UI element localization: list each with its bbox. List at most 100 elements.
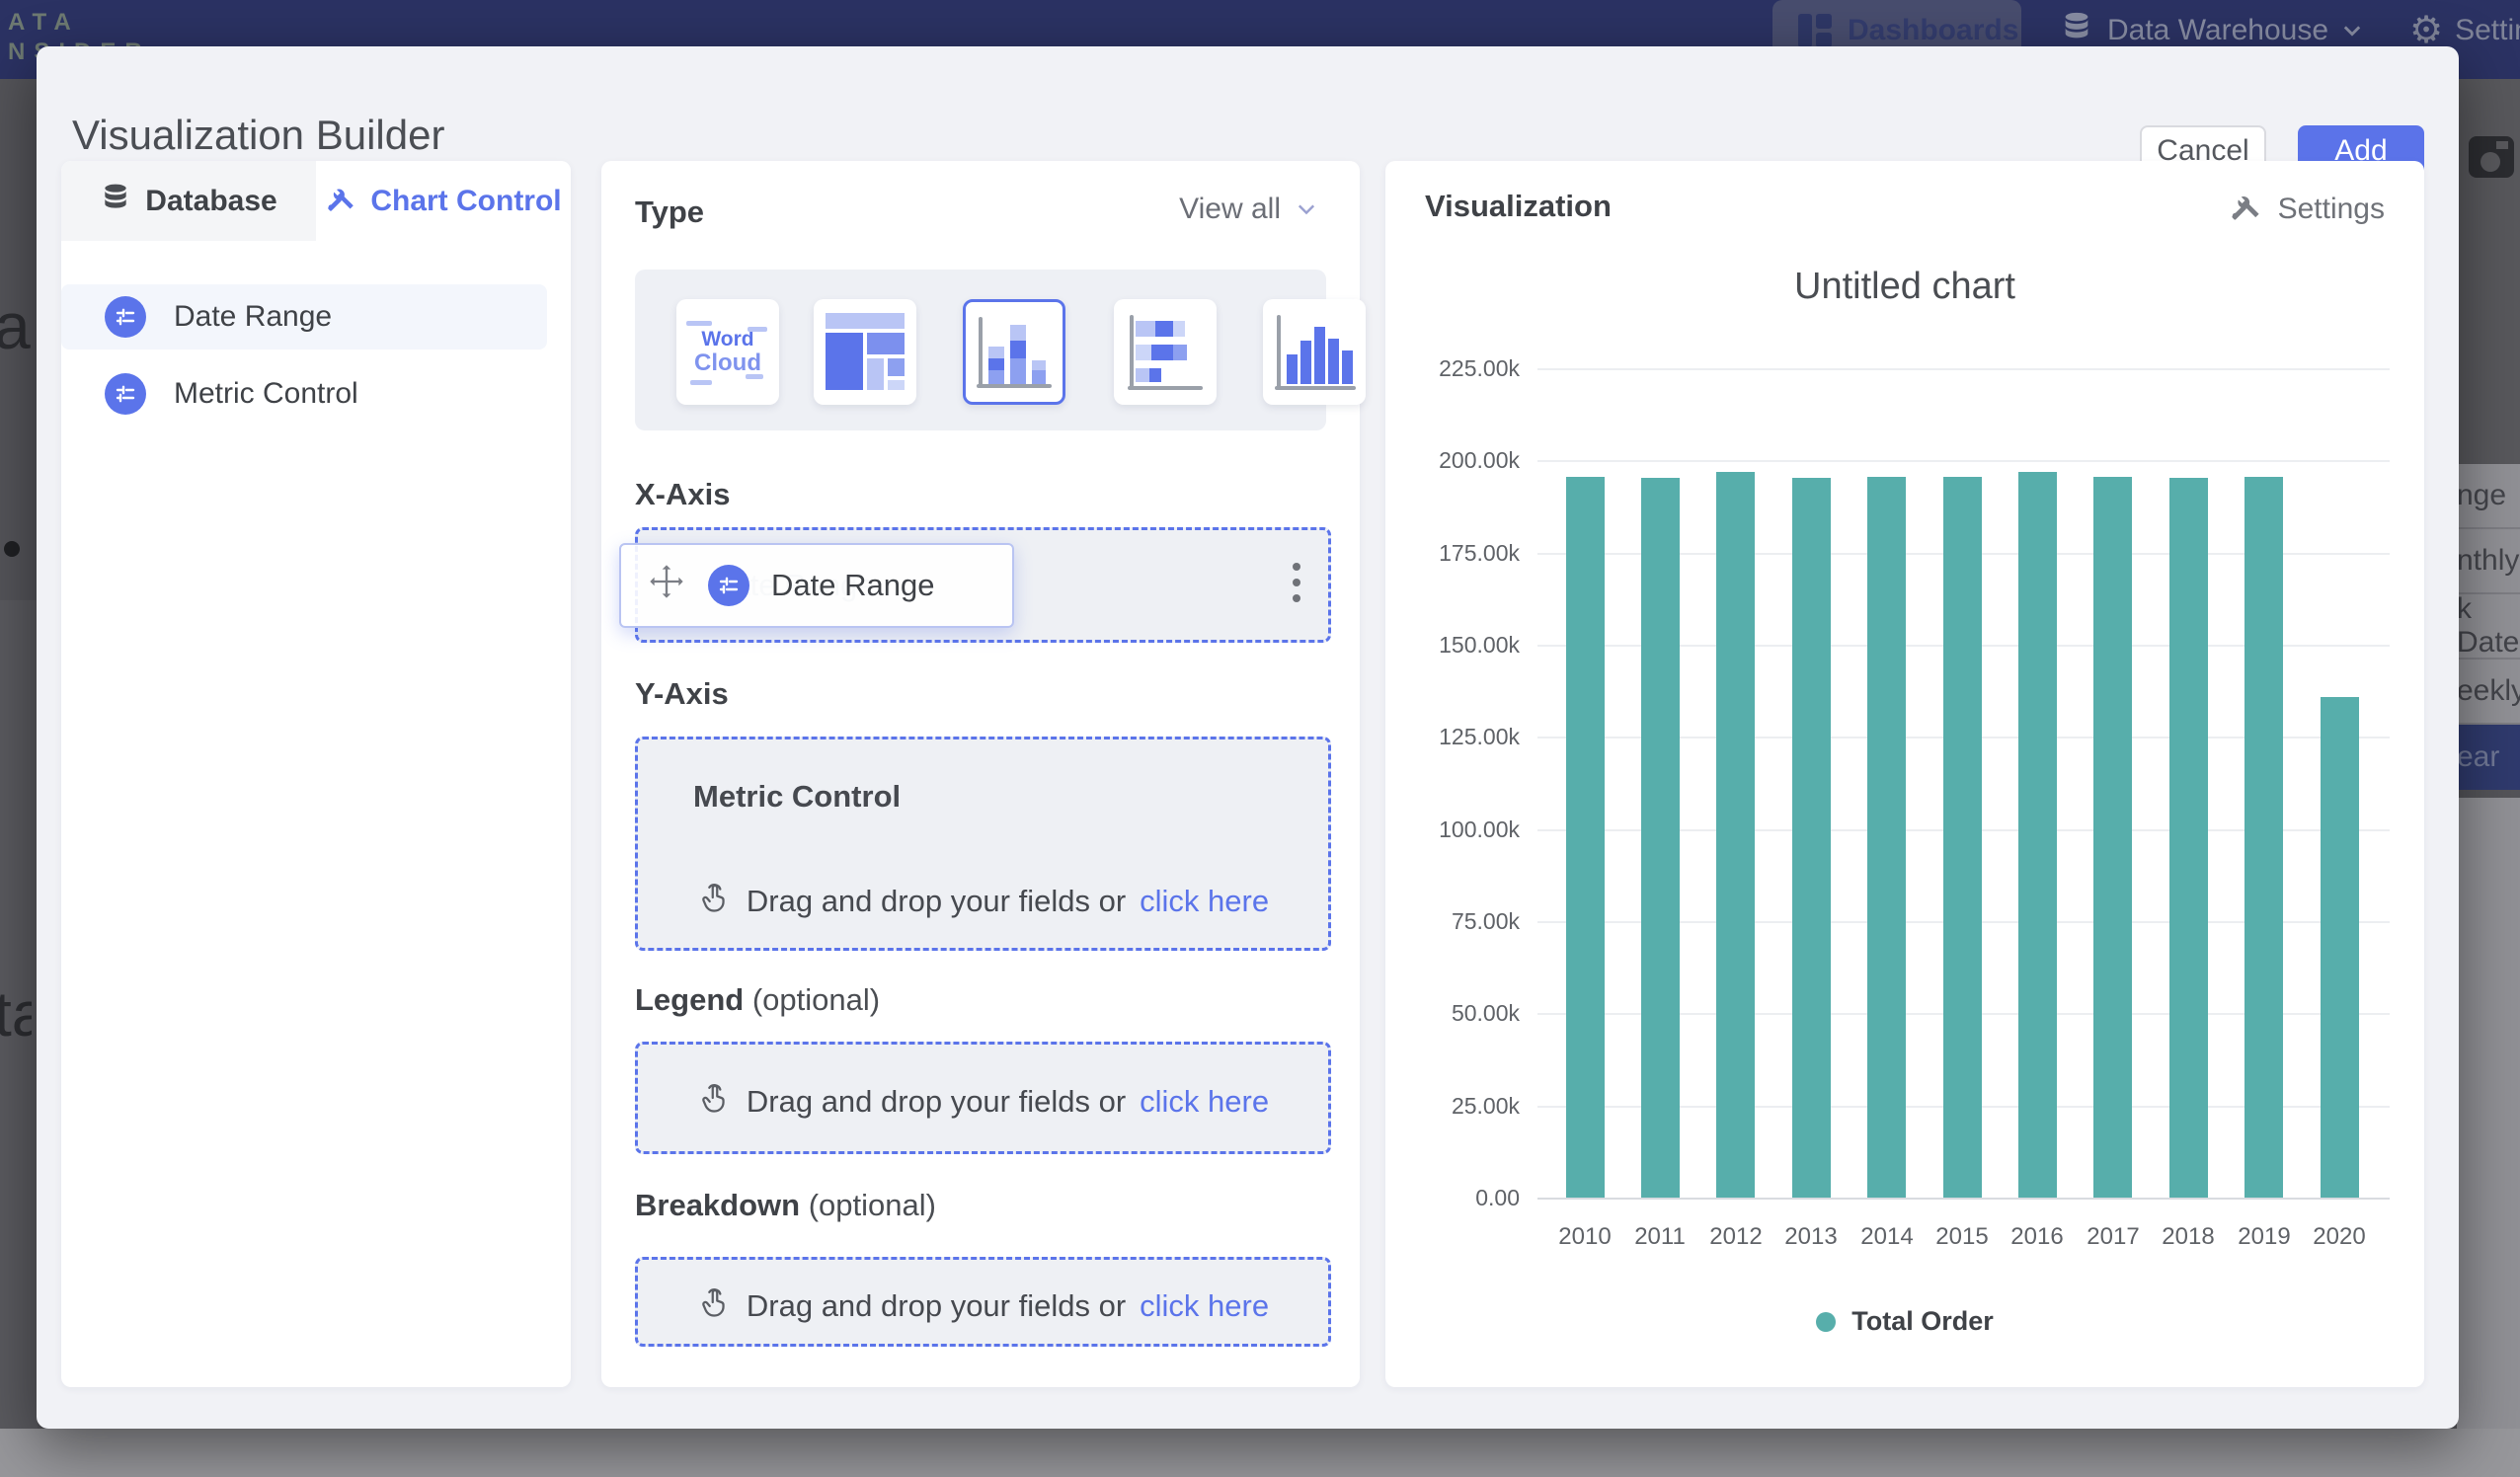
menu-item-fragment[interactable]: eekly — [2457, 660, 2520, 725]
tune-icon — [708, 565, 749, 606]
gridline — [1537, 460, 2390, 462]
y-axis-zone-title: Metric Control — [693, 779, 901, 815]
tools-icon — [325, 182, 356, 221]
breakdown-dropzone[interactable]: Drag and drop your fields or click here — [635, 1257, 1331, 1347]
word-cloud-word-1: Word — [701, 329, 753, 350]
click-here-link[interactable]: click here — [1140, 884, 1269, 919]
bg-partial-heading: al — [0, 288, 32, 363]
bg-right-lower-edge — [2457, 798, 2520, 1429]
drop-hint: Drag and drop your fields or click here — [638, 1284, 1328, 1328]
control-source-panel: Database Chart Control Date Range — [61, 161, 571, 1387]
visualization-builder-modal: Visualization Builder Cancel Add Databas… — [37, 46, 2459, 1429]
save-icon[interactable] — [2469, 136, 2514, 178]
y-tick-label: 75.00k — [1401, 908, 1520, 935]
x-tick-label: 2017 — [2076, 1223, 2151, 1251]
drop-hint: Drag and drop your fields or click here — [638, 880, 1328, 923]
tab-database[interactable]: Database — [61, 161, 316, 241]
hand-click-icon — [697, 1284, 733, 1328]
x-tick-label: 2018 — [2151, 1223, 2226, 1251]
y-tick-label: 125.00k — [1401, 724, 1520, 750]
legend-dot — [1816, 1312, 1836, 1332]
click-here-link[interactable]: click here — [1140, 1288, 1269, 1324]
chevron-down-icon — [1297, 203, 1316, 215]
x-axis-label: X-Axis — [635, 477, 730, 512]
settings-button[interactable]: Settings — [2229, 189, 2385, 230]
x-tick-label: 2020 — [2302, 1223, 2377, 1251]
drop-hint-text: Drag and drop your fields or — [747, 884, 1126, 919]
bar — [1641, 478, 1680, 1198]
y-axis-dropzone[interactable]: Metric Control Drag and drop your fields… — [635, 737, 1331, 951]
dashboard-grid-icon — [1798, 14, 1832, 47]
chart-plot: 225.00k200.00k175.00k150.00k125.00k100.0… — [1537, 368, 2390, 1198]
click-here-link[interactable]: click here — [1140, 1084, 1269, 1120]
drag-chip-date-range[interactable]: Date Range — [619, 543, 1014, 628]
chart-type-strip: Word Cloud — [635, 270, 1326, 430]
drop-hint-text: Drag and drop your fields or — [747, 1084, 1126, 1120]
y-tick-label: 25.00k — [1401, 1093, 1520, 1120]
y-tick-label: 100.00k — [1401, 816, 1520, 843]
x-tick-label: 2015 — [1925, 1223, 2000, 1251]
nav-settings-label: Settin — [2455, 14, 2520, 47]
chart-type-column[interactable] — [1263, 299, 1366, 405]
bg-partial-text: ta — [0, 977, 32, 1050]
x-tick-label: 2010 — [1547, 1223, 1622, 1251]
settings-button-label: Settings — [2278, 193, 2385, 226]
database-icon — [100, 182, 131, 221]
bar — [1943, 477, 1982, 1198]
control-field-list: Date Range Metric Control — [61, 284, 571, 427]
y-axis-label: Y-Axis — [635, 676, 729, 712]
gridline — [1537, 1198, 2390, 1200]
legend-dropzone[interactable]: Drag and drop your fields or click here — [635, 1042, 1331, 1154]
bar — [1867, 477, 1906, 1198]
view-all-button[interactable]: View all — [1179, 193, 1316, 226]
y-tick-label: 225.00k — [1401, 355, 1520, 382]
screen: ATA NSIDER Dashboards Data Warehouse ⚙ S… — [0, 0, 2520, 1477]
hand-click-icon — [697, 1080, 733, 1124]
field-item-label: Date Range — [174, 300, 332, 334]
gridline — [1537, 368, 2390, 370]
tab-chart-control-label: Chart Control — [370, 185, 561, 218]
bar — [2244, 477, 2283, 1198]
tools-icon — [2229, 189, 2262, 230]
legend-series-name: Total Order — [1851, 1306, 1994, 1337]
tune-icon — [105, 373, 146, 415]
bg-bullet-dot — [4, 541, 20, 557]
chart-type-word-cloud[interactable]: Word Cloud — [676, 299, 779, 405]
hand-click-icon — [697, 880, 733, 923]
drag-chip-label: Date Range — [771, 568, 934, 603]
field-item-label: Metric Control — [174, 377, 358, 411]
menu-item-fragment[interactable]: nge — [2457, 464, 2520, 529]
x-tick-label: 2011 — [1622, 1223, 1697, 1251]
y-tick-label: 0.00 — [1401, 1185, 1520, 1211]
menu-item-fragment[interactable]: nthly — [2457, 529, 2520, 594]
word-cloud-word-2: Cloud — [694, 350, 761, 375]
chart-type-stacked-column[interactable] — [963, 299, 1065, 405]
field-item-metric-control[interactable]: Metric Control — [61, 361, 547, 427]
tab-chart-control[interactable]: Chart Control — [316, 161, 571, 241]
menu-item-fragment-selected[interactable]: ear — [2457, 725, 2520, 790]
bar — [2321, 697, 2359, 1198]
bar — [2093, 477, 2132, 1198]
x-tick-label: 2016 — [2000, 1223, 2075, 1251]
visualization-header: Visualization — [1425, 189, 1612, 224]
y-tick-label: 200.00k — [1401, 447, 1520, 474]
logo-line-1: ATA — [8, 8, 151, 38]
bar — [1566, 477, 1605, 1198]
menu-item-fragment[interactable]: k Date — [2457, 594, 2520, 660]
type-label: Type — [635, 194, 704, 230]
bar — [1792, 478, 1831, 1198]
tab-database-label: Database — [145, 185, 276, 218]
drop-hint: Drag and drop your fields or click here — [638, 1080, 1328, 1124]
builder-panel: Type View all Word Cloud — [601, 161, 1360, 1387]
kebab-menu-icon[interactable] — [1293, 563, 1300, 610]
chart-type-treemap[interactable] — [814, 299, 916, 405]
gear-icon: ⚙ — [2409, 12, 2443, 49]
visualization-panel: Visualization Settings Untitled chart 22… — [1385, 161, 2424, 1387]
field-item-date-range[interactable]: Date Range — [61, 284, 547, 350]
chart-type-stacked-bar[interactable] — [1114, 299, 1217, 405]
modal-title: Visualization Builder — [72, 112, 444, 159]
drop-hint-text: Drag and drop your fields or — [747, 1288, 1126, 1324]
breakdown-section-label: Breakdown (optional) — [635, 1188, 936, 1223]
database-icon — [2060, 10, 2093, 51]
nav-dashboards-label: Dashboards — [1848, 14, 2018, 47]
